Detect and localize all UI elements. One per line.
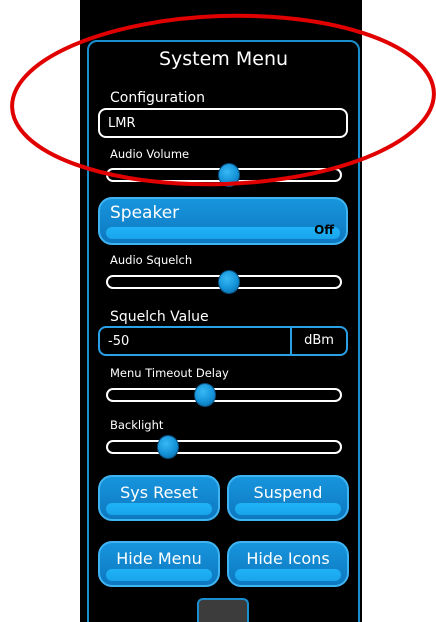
red-annotation-ellipse [10,13,436,187]
